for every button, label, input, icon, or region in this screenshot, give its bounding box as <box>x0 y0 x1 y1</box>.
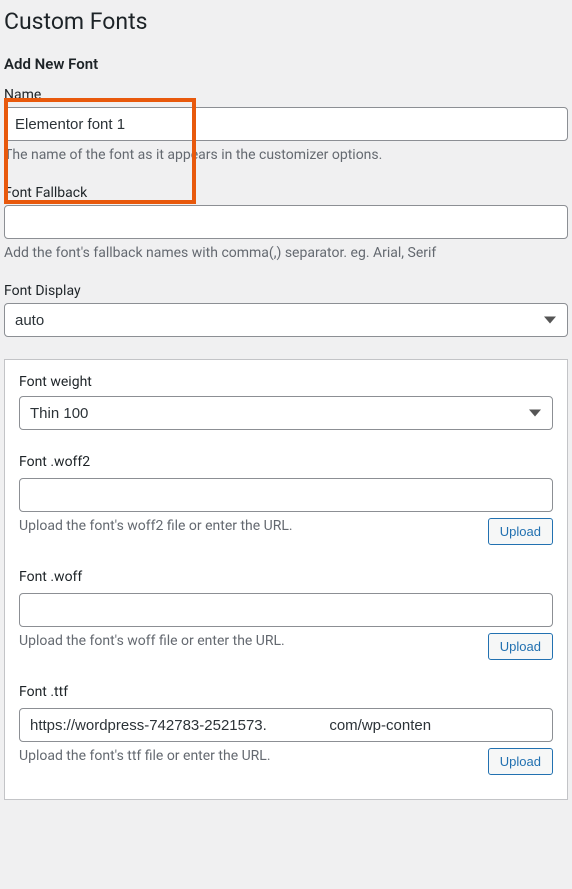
fallback-description: Add the font's fallback names with comma… <box>4 245 568 261</box>
ttf-input[interactable] <box>19 708 553 742</box>
ttf-label: Font .ttf <box>19 684 553 700</box>
weight-select[interactable]: Thin 100 <box>19 396 553 430</box>
name-input[interactable] <box>4 107 568 141</box>
page-title: Custom Fonts <box>4 8 568 35</box>
woff-label: Font .woff <box>19 569 553 585</box>
woff-input[interactable] <box>19 593 553 627</box>
woff2-label: Font .woff2 <box>19 454 553 470</box>
woff2-description: Upload the font's woff2 file or enter th… <box>19 518 478 534</box>
name-label: Name <box>4 87 568 103</box>
woff2-upload-button[interactable]: Upload <box>488 518 553 545</box>
ttf-description: Upload the font's ttf file or enter the … <box>19 748 478 764</box>
section-subtitle: Add New Font <box>4 55 568 73</box>
ttf-upload-button[interactable]: Upload <box>488 748 553 775</box>
display-select[interactable]: auto <box>4 303 568 337</box>
woff2-input[interactable] <box>19 478 553 512</box>
woff-description: Upload the font's woff file or enter the… <box>19 633 478 649</box>
name-description: The name of the font as it appears in th… <box>4 147 568 163</box>
woff-upload-button[interactable]: Upload <box>488 633 553 660</box>
display-label: Font Display <box>4 283 568 299</box>
fallback-label: Font Fallback <box>4 185 568 201</box>
font-variant-panel: Font weight Thin 100 Font .woff2 Upload … <box>4 359 568 800</box>
weight-label: Font weight <box>19 374 553 390</box>
fallback-input[interactable] <box>4 205 568 239</box>
